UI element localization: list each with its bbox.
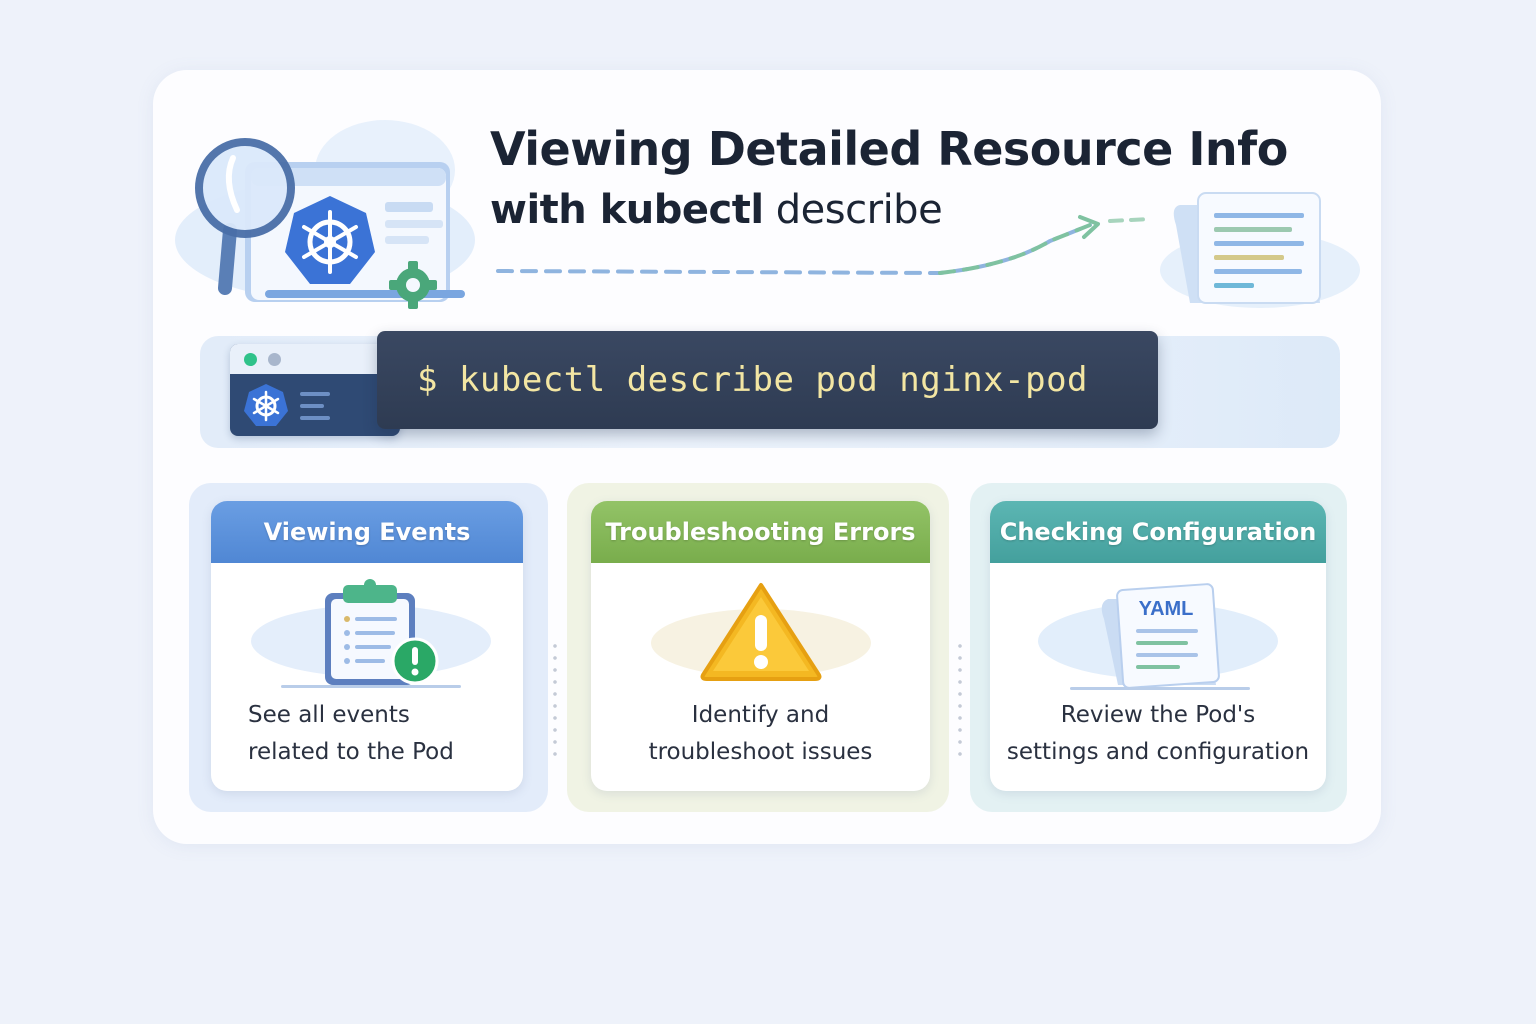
hero-illustration bbox=[175, 120, 475, 309]
card-description: Review the Pod's settings and configurat… bbox=[990, 697, 1326, 771]
card-description: See all events related to the Pod bbox=[211, 697, 523, 771]
card-desc-line-1: See all events bbox=[248, 702, 410, 728]
divider-dots bbox=[553, 640, 557, 760]
card-heading: Viewing Events bbox=[211, 501, 523, 563]
page-title: Viewing Detailed Resource Info with kube… bbox=[490, 118, 1290, 240]
alert-badge-icon bbox=[391, 637, 439, 685]
mini-terminal-window bbox=[230, 344, 400, 436]
command-text: $ kubectl describe pod nginx-pod bbox=[417, 360, 1089, 400]
command-terminal[interactable]: $ kubectl describe pod nginx-pod bbox=[377, 331, 1158, 429]
title-line-1: Viewing Detailed Resource Info bbox=[490, 122, 1288, 176]
title-line-2-light: describe bbox=[763, 187, 943, 233]
clipboard-icon bbox=[251, 579, 491, 688]
card-checking-configuration[interactable]: Checking Configuration YAML Review the P… bbox=[990, 501, 1326, 791]
card-heading: Troubleshooting Errors bbox=[591, 501, 930, 563]
yaml-document-icon: YAML bbox=[1038, 583, 1278, 690]
card-desc-line-2: troubleshoot issues bbox=[648, 739, 873, 765]
card-heading: Checking Configuration bbox=[990, 501, 1326, 563]
card-desc-line-1: Review the Pod's bbox=[1060, 702, 1256, 728]
card-troubleshooting-errors[interactable]: Troubleshooting Errors Identify and trou… bbox=[591, 501, 930, 791]
window-dot-grey bbox=[268, 353, 281, 366]
card-desc-line-2: settings and configuration bbox=[1006, 739, 1310, 765]
divider-dots bbox=[958, 640, 962, 760]
mini-window-titlebar bbox=[230, 344, 400, 374]
card-description: Identify and troubleshoot issues bbox=[591, 697, 930, 771]
title-line-2: with kubectl describe bbox=[490, 180, 1290, 240]
window-dot-green bbox=[244, 353, 257, 366]
yaml-label: YAML bbox=[1139, 598, 1194, 620]
card-viewing-events[interactable]: Viewing Events See all events related to… bbox=[211, 501, 523, 791]
kubernetes-wheel-icon bbox=[244, 384, 330, 426]
card-desc-line-2: related to the Pod bbox=[248, 739, 454, 765]
title-line-2-bold: with kubectl bbox=[490, 187, 764, 233]
warning-triangle-icon bbox=[651, 583, 871, 681]
card-desc-line-1: Identify and bbox=[691, 702, 830, 728]
